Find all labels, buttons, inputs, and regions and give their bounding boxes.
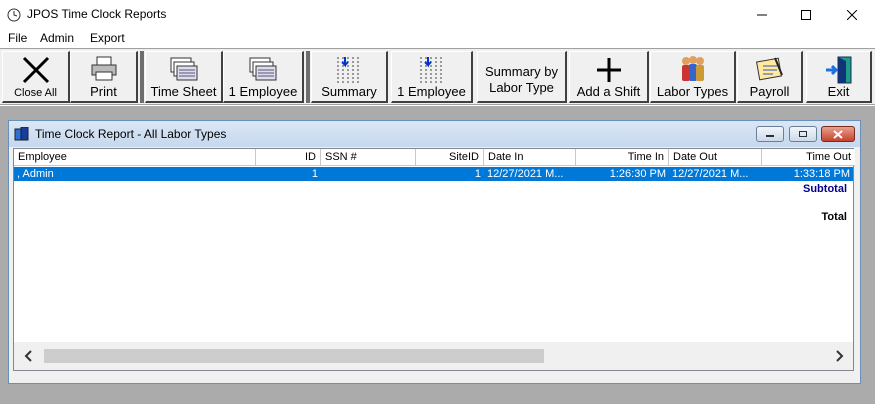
cell-time-out: 1:33:18 PM (793, 168, 850, 180)
column-header-time-out[interactable]: Time Out (762, 149, 855, 166)
people-icon (681, 56, 704, 81)
add-shift-label: Add a Shift (576, 84, 641, 99)
restore-icon (799, 131, 807, 137)
maximize-icon (801, 10, 811, 20)
report-window-title: Time Clock Report - All Labor Types (35, 127, 227, 141)
minimize-icon (757, 14, 767, 16)
payroll-icon (755, 57, 783, 81)
close-all-label: Close All (14, 87, 57, 99)
toolbar: Close All Print Time Sheet 1 Employee Su… (0, 48, 875, 105)
labor-types-label: Labor Types (656, 84, 729, 99)
payroll-button[interactable]: Payroll (737, 51, 803, 103)
cell-employee: , Admin (17, 168, 54, 180)
summary-report-icon (420, 57, 441, 83)
column-header-ssn[interactable]: SSN # (321, 149, 416, 166)
report-window: Time Clock Report - All Labor Types Empl… (8, 120, 861, 384)
close-icon (847, 10, 857, 20)
cell-id: 1 (311, 168, 318, 180)
cell-site-id: 1 (474, 168, 481, 180)
scroll-right-arrow-icon[interactable] (833, 350, 845, 362)
column-header-employee[interactable]: Employee (14, 149, 256, 166)
printer-icon (91, 56, 116, 81)
report-restore-button[interactable] (789, 126, 817, 142)
summary-button[interactable]: Summary (311, 51, 388, 103)
labor-types-button[interactable]: Labor Types (650, 51, 736, 103)
add-shift-button[interactable]: Add a Shift (569, 51, 649, 103)
one-employee-summary-button[interactable]: 1 Employee (391, 51, 473, 103)
menu-export[interactable]: Export (90, 31, 125, 45)
cell-date-out: 12/27/2021 M... (672, 168, 749, 180)
scrollbar-thumb[interactable] (44, 349, 544, 363)
window-title: JPOS Time Clock Reports (27, 7, 167, 21)
maximize-button[interactable] (783, 0, 829, 30)
payroll-label: Payroll (749, 84, 790, 99)
column-header-date-in[interactable]: Date In (484, 149, 576, 166)
title-bar: JPOS Time Clock Reports (0, 0, 875, 30)
exit-door-icon (825, 56, 851, 84)
toolbar-separator (140, 51, 144, 103)
column-header-site-id[interactable]: SiteID (416, 149, 484, 166)
one-employee-sheet-button[interactable]: 1 Employee (223, 51, 304, 103)
menu-bar: File Admin Export (0, 30, 875, 48)
minimize-icon (766, 135, 774, 137)
summary-by-labor-type-button[interactable]: Summary by Labor Type (477, 51, 567, 103)
sheets-icon (249, 57, 277, 81)
scroll-left-arrow-icon[interactable] (23, 350, 35, 362)
report-window-icon (14, 127, 29, 141)
close-icon (833, 129, 843, 139)
close-button[interactable] (829, 0, 875, 30)
one-employee-sheet-label: 1 Employee (228, 84, 298, 99)
plus-icon (596, 58, 621, 82)
exit-button[interactable]: Exit (806, 51, 872, 103)
column-header-date-out[interactable]: Date Out (669, 149, 762, 166)
summary-report-icon (337, 57, 359, 83)
summary-by-labor-type-label: Summary by Labor Type (485, 64, 558, 95)
horizontal-scrollbar[interactable] (14, 342, 853, 370)
report-grid: Employee ID SSN # SiteID Date In Time In… (13, 148, 855, 371)
close-all-button[interactable]: Close All (2, 51, 70, 103)
report-window-title-bar: Time Clock Report - All Labor Types (9, 121, 860, 147)
menu-admin[interactable]: Admin (40, 31, 74, 45)
report-close-button[interactable] (821, 126, 855, 142)
sheets-icon (170, 57, 197, 81)
subtotal-label: Subtotal (803, 183, 847, 195)
close-x-icon (22, 56, 49, 84)
column-header-time-in[interactable]: Time In (576, 149, 669, 166)
app-clock-icon (7, 8, 21, 22)
time-sheet-button[interactable]: Time Sheet (145, 51, 223, 103)
print-label: Print (90, 84, 117, 99)
menu-file[interactable]: File (8, 31, 27, 45)
one-employee-summary-label: 1 Employee (397, 84, 466, 99)
summary-label: Summary (321, 84, 377, 99)
total-label: Total (821, 211, 847, 223)
report-minimize-button[interactable] (756, 126, 784, 142)
cell-time-in: 1:26:30 PM (609, 168, 666, 180)
time-sheet-label: Time Sheet (150, 84, 217, 99)
print-button[interactable]: Print (70, 51, 138, 103)
toolbar-separator (306, 51, 310, 103)
minimize-button[interactable] (739, 0, 785, 30)
table-row[interactable]: , Admin 1 1 12/27/2021 M... 1:26:30 PM 1… (14, 167, 853, 181)
exit-label: Exit (827, 84, 850, 99)
cell-date-in: 12/27/2021 M... (487, 168, 564, 180)
column-header-id[interactable]: ID (256, 149, 321, 166)
